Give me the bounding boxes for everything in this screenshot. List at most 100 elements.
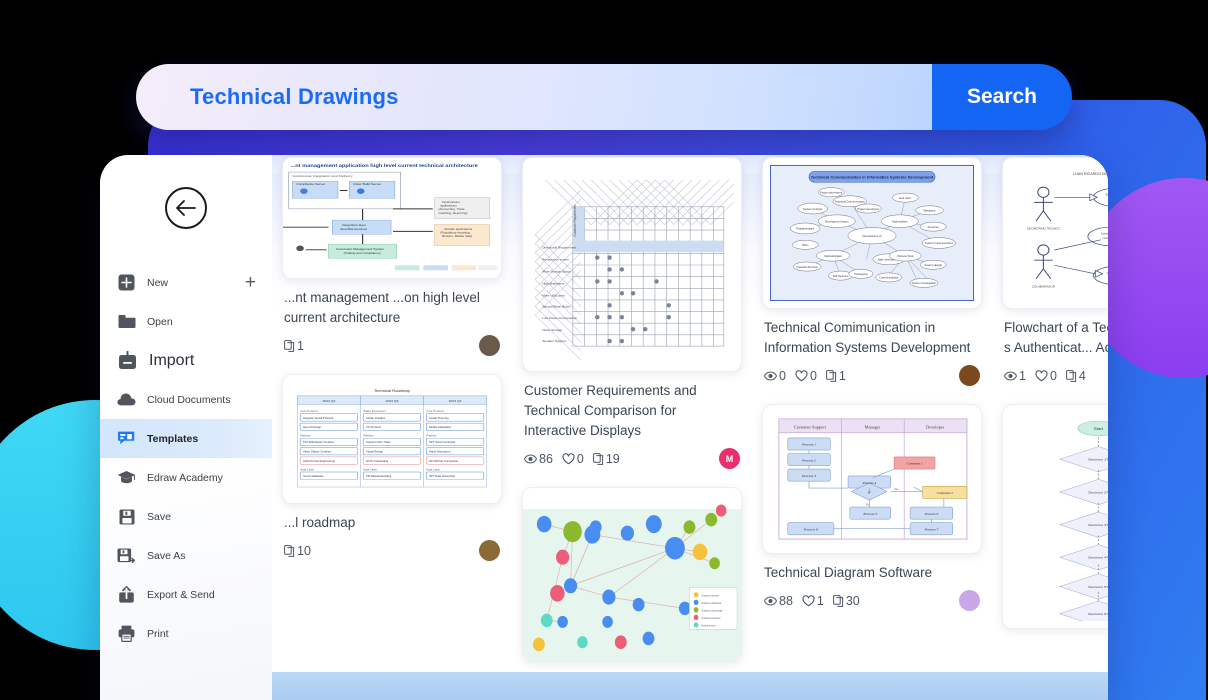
svg-text:Customer Requirement: Customer Requirement (573, 205, 577, 237)
svg-text:Process 2: Process 2 (801, 458, 816, 462)
svg-text:More Storage Space: More Storage Space (542, 269, 571, 273)
stat-value: 4 (1078, 368, 1086, 383)
svg-text:Vector Database: Vector Database (303, 474, 324, 478)
sidebar-item-cloud-documents[interactable]: Cloud Documents (100, 380, 272, 419)
svg-text:2023 Q3: 2023 Q3 (386, 399, 399, 403)
stat-copy: 1 (826, 369, 846, 383)
svg-text:(Accounting, Trade: (Accounting, Trade (438, 208, 465, 211)
svg-text:Developer: Developer (926, 424, 945, 429)
svg-text:Special Black Board: Special Black Board (542, 304, 570, 308)
svg-text:NFT Smart Contracts: NFT Smart Contracts (429, 440, 456, 444)
template-card[interactable]: ...nt management application high level … (282, 157, 502, 356)
stat-eye: 86 (524, 452, 553, 466)
svg-text:Platform: Platform (300, 434, 311, 438)
sidebar-item-edraw-academy[interactable]: Edraw Academy (100, 458, 272, 497)
template-grid: ...nt management application high level … (272, 157, 1108, 689)
svg-text:Decision 3?: Decision 3? (1088, 523, 1108, 527)
template-stats: 86 0 19 M (524, 448, 740, 469)
copy-icon (1066, 369, 1077, 382)
thumbnail-preview: Start Decision 1? Decision 2? Decision 3? D… (1010, 412, 1108, 627)
svg-text:Outside applications: Outside applications (444, 227, 473, 230)
svg-text:VC Protocol: VC Protocol (366, 425, 381, 429)
sidebar-item-save-as[interactable]: Save As (100, 536, 272, 575)
svg-text:Solicitar acesso ao: Solicitar acesso ao (1101, 233, 1108, 236)
svg-text:Process 7: Process 7 (924, 527, 939, 531)
template-column: Technical Communication in Informatics S… (752, 157, 992, 689)
svg-text:(Regulatory reporting,: (Regulatory reporting, (440, 231, 470, 234)
template-title[interactable]: Technical Diagram Software (764, 563, 980, 583)
eye-icon (764, 370, 777, 381)
template-card[interactable]: LUAN RICARDO NUNES PAIVA DS - 455.2023 S… (1002, 157, 1108, 386)
template-thumbnail-qfd-matrix[interactable]: Customer Requirement Directional Require… (522, 157, 742, 372)
svg-text:Start: Start (1094, 427, 1104, 431)
avatar[interactable] (479, 540, 500, 561)
search-input[interactable]: Technical Drawings (136, 64, 932, 130)
template-thumbnail-roadmap-table[interactable]: Technical Roadmap 2023 Q2 2023 Q3 2023 Q4 … (282, 374, 502, 504)
template-thumbnail-mindmap-diagram[interactable]: Technical Communication in Informatics S… (762, 157, 982, 309)
thumbnail-preview: LUAN RICARDO NUNES PAIVA DS - 455.2023 S… (1010, 165, 1108, 301)
svg-text:Speaker Support: Speaker Support (542, 339, 566, 343)
template-card[interactable]: Graphics domain Graphics database Graphics… (522, 487, 742, 671)
sidebar-item-print[interactable]: Print (100, 614, 272, 653)
svg-text:Technical Communication in Inf: Technical Communication in Informatics S… (811, 175, 934, 180)
sidebar-item-label: Import (149, 351, 195, 369)
template-stats: 1 (284, 335, 500, 356)
template-thumbnail-architecture-diagram[interactable]: ...nt management application high level … (282, 157, 502, 279)
template-title[interactable]: ...l roadmap (284, 513, 500, 533)
template-card[interactable]: Start Decision 1? Decision 2? Decision 3? D… (1002, 404, 1108, 638)
svg-text:(Trading and Compliance): (Trading and Compliance) (344, 251, 381, 254)
folder-icon (117, 312, 136, 331)
template-thumbnail-decision-flowchart[interactable]: Start Decision 1? Decision 2? Decision 3? D… (1002, 404, 1108, 629)
back-button[interactable] (165, 187, 207, 229)
svg-text:Support UGC Trade: Support UGC Trade (366, 440, 391, 444)
avatar[interactable] (959, 590, 980, 611)
sidebar-item-import[interactable]: Import (100, 341, 272, 380)
heart-icon (795, 369, 808, 382)
svg-text:System Implementation: System Implementation (925, 241, 953, 245)
template-title[interactable]: Flowchart of a Technical Secretary’ s Au… (1004, 318, 1108, 358)
svg-text:Directional Requirement: Directional Requirement (542, 246, 576, 250)
template-thumbnail-network-graph[interactable]: Graphics domain Graphics database Graphics… (522, 487, 742, 662)
sidebar-item-label: Templates (147, 432, 199, 445)
template-title[interactable]: ...nt management ...on high level curren… (284, 288, 500, 328)
svg-text:Core Protocol: Core Protocol (426, 409, 444, 413)
add-new-icon[interactable]: + (245, 263, 256, 302)
template-title[interactable]: Customer Requirements and Technical Comp… (524, 381, 740, 441)
template-thumbnail-swimlane-flowchart[interactable]: Customer Support Manager Developer Process… (762, 404, 982, 554)
svg-text:2023 Q4: 2023 Q4 (449, 399, 462, 403)
stat-heart: 0 (562, 452, 584, 466)
template-column: Customer Requirement Directional Require… (512, 157, 752, 689)
save-as-icon (117, 546, 136, 565)
thumbnail-preview: ...nt management application high level … (283, 158, 501, 278)
svg-text:Downstream: Downstream (442, 201, 460, 204)
stat-copy: 4 (1066, 369, 1086, 383)
template-card[interactable]: Technical Communication in Informatics S… (762, 157, 982, 386)
avatar[interactable] (479, 335, 500, 356)
import-icon (117, 350, 138, 371)
svg-text:Integration layer: Integration layer (342, 223, 366, 226)
svg-text:conteúdo de uso: conteúdo de uso (1102, 237, 1108, 240)
template-thumbnail-usecase-diagram[interactable]: LUAN RICARDO NUNES PAIVA DS - 455.2023 S… (1002, 157, 1108, 309)
svg-text:End users: End users (899, 196, 912, 200)
template-card[interactable]: Customer Support Manager Developer Process… (762, 404, 982, 611)
template-meta (1002, 629, 1108, 638)
sidebar-item-new[interactable]: New + (100, 263, 272, 302)
sidebar-item-templates[interactable]: Templates (100, 419, 272, 458)
template-column: LUAN RICARDO NUNES PAIVA DS - 455.2023 S… (992, 157, 1108, 689)
search-button[interactable]: Search (932, 64, 1072, 130)
svg-text:Efetuar autenticação: Efetuar autenticação (1106, 194, 1108, 197)
sidebar-item-save[interactable]: Save (100, 497, 272, 536)
thumbnail-preview: Customer Requirement Directional Require… (530, 165, 741, 364)
avatar[interactable]: M (719, 448, 740, 469)
template-title[interactable]: Technical Comimunication in Information … (764, 318, 980, 358)
sidebar-item-open[interactable]: Open (100, 302, 272, 341)
avatar[interactable] (959, 365, 980, 386)
template-card[interactable]: Customer Requirement Directional Require… (522, 157, 742, 469)
svg-text:Cascade Revision: Cascade Revision (796, 265, 818, 269)
template-card[interactable]: Technical Roadmap 2023 Q2 2023 Q3 2023 Q4 … (282, 374, 502, 561)
svg-text:Methodologies: Methodologies (824, 254, 842, 258)
svg-text:Prototyping: Prototyping (854, 272, 868, 276)
svg-text:Brokers, Market data): Brokers, Market data) (442, 235, 472, 238)
sidebar-item-export-send[interactable]: Export & Send (100, 575, 272, 614)
svg-text:Process 6: Process 6 (924, 512, 939, 516)
